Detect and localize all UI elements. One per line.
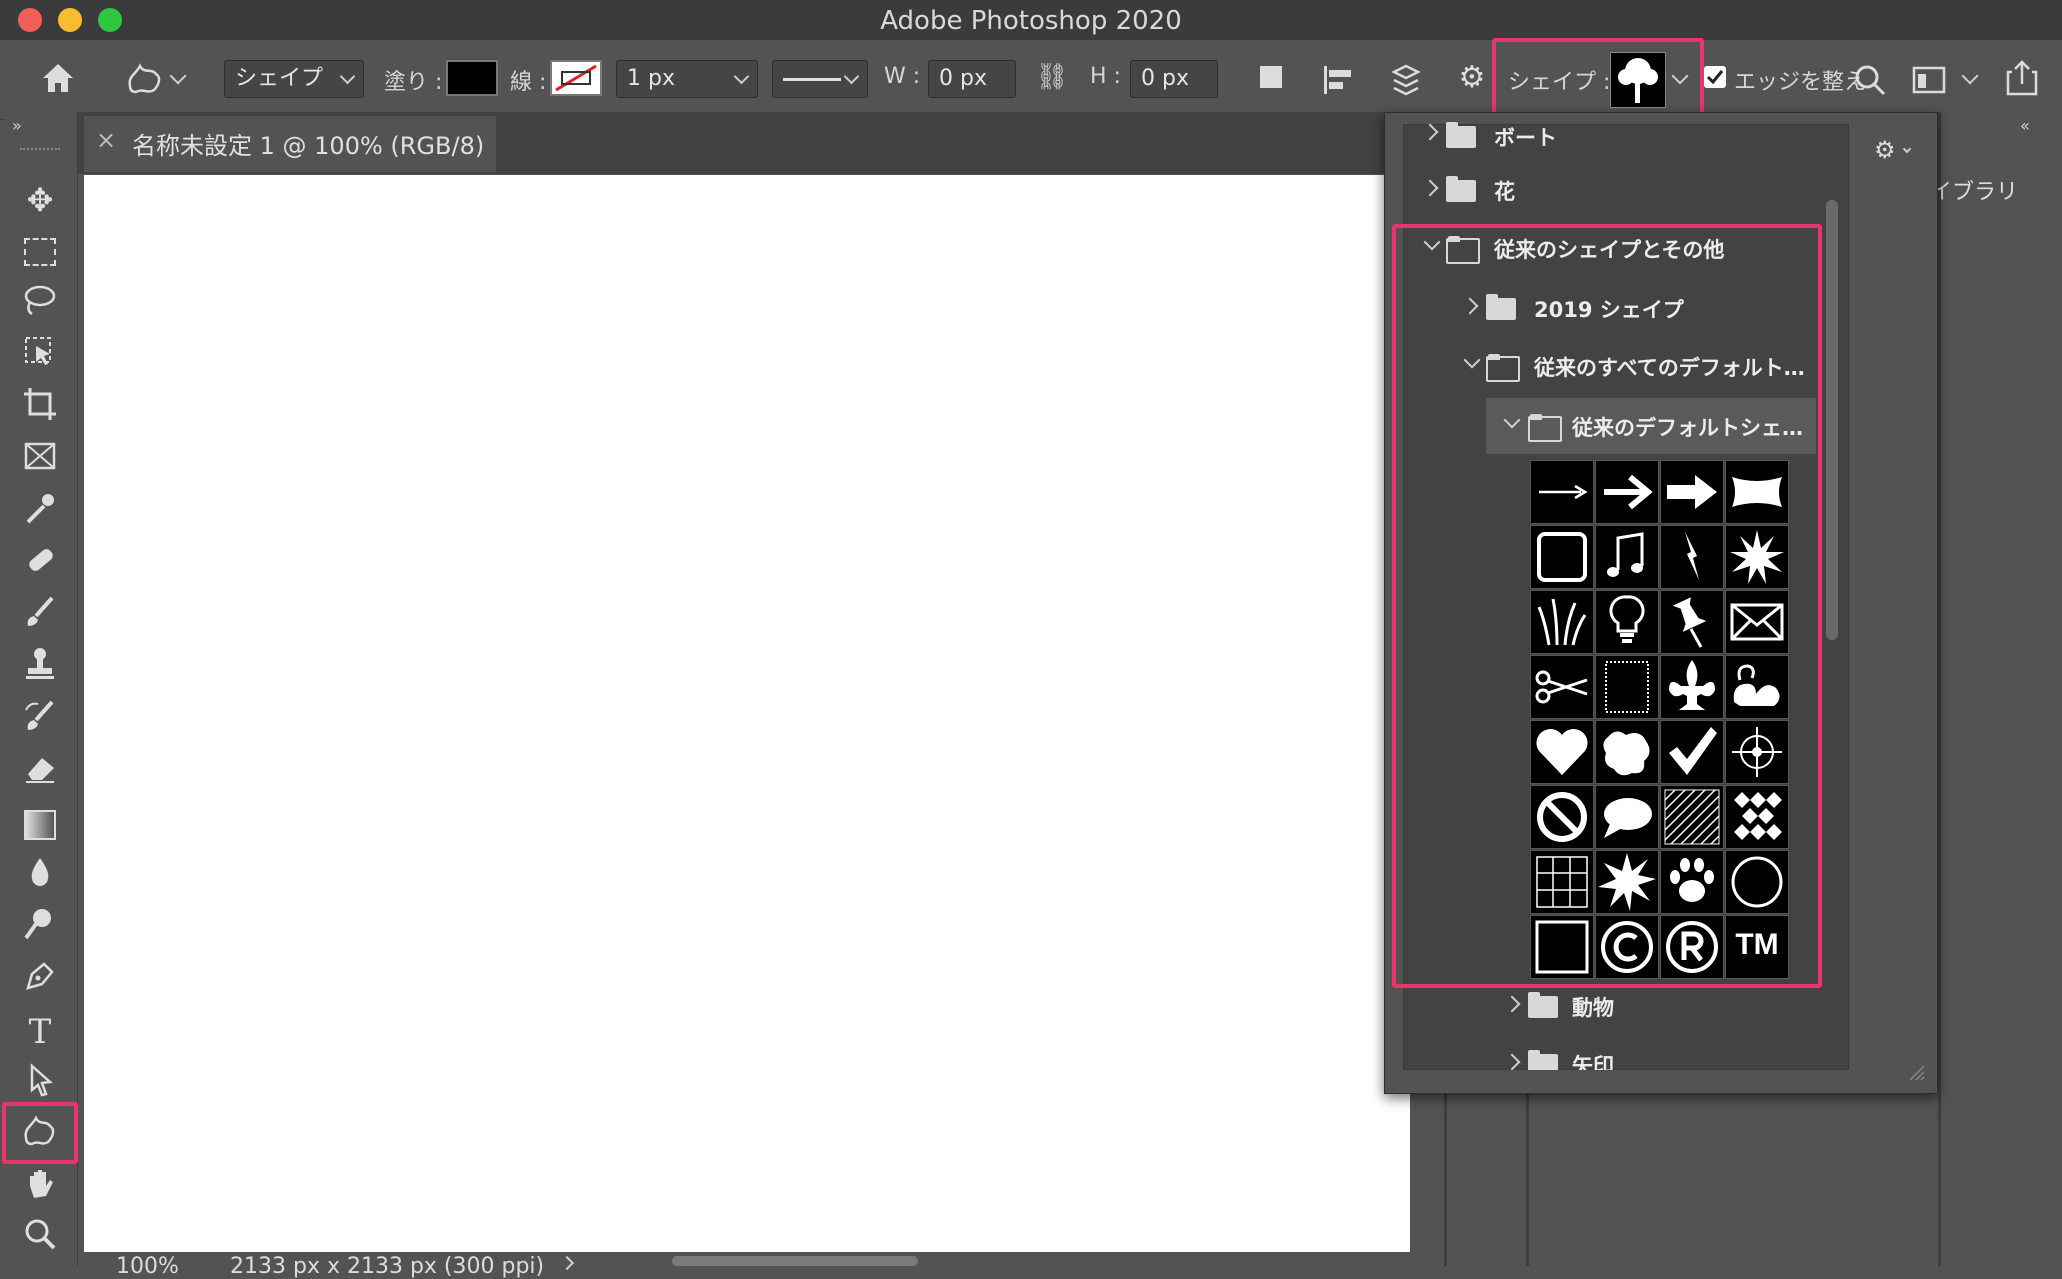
path-selection-tool-icon[interactable] [14,1060,66,1108]
pen-tool-icon[interactable] [14,956,66,1004]
height-label: H : [1090,64,1121,89]
clone-stamp-tool-icon[interactable] [14,644,66,692]
stroke-swatch[interactable] [550,60,602,96]
document-tab-title: 名称未設定 1 @ 100% (RGB/8) [132,132,485,160]
fill-swatch[interactable] [446,60,498,96]
lasso-tool-icon[interactable] [14,280,66,328]
home-icon[interactable] [38,58,78,98]
folder-label: 花 [1494,180,1515,204]
legacy-shapes-highlight [1392,224,1822,988]
healing-brush-tool-icon[interactable] [14,540,66,588]
height-input[interactable]: 0 px [1130,60,1218,98]
link-icon[interactable]: ⛓ [1034,62,1070,96]
tab-close-icon[interactable]: × [96,126,116,154]
fill-label: 塗り : [384,70,443,95]
collapse-panels-icon[interactable]: « [2020,116,2030,135]
eyedropper-tool-icon[interactable] [14,488,66,536]
workspace-icon[interactable] [1910,62,1950,98]
window-title: Adobe Photoshop 2020 [880,6,1182,36]
width-input[interactable]: 0 px [928,60,1016,98]
eraser-tool-icon[interactable] [14,748,66,796]
brush-tool-icon[interactable] [14,592,66,640]
gradient-tool-icon[interactable] [14,800,66,848]
share-icon[interactable] [2000,56,2044,100]
zoom-tool-icon[interactable] [14,1214,66,1262]
history-brush-tool-icon[interactable] [14,696,66,744]
toolbar-grip[interactable] [20,148,60,152]
mode-select[interactable]: シェイプ [224,60,364,98]
folder-label: 動物 [1572,996,1614,1020]
width-label: W : [884,64,921,89]
blur-tool-icon[interactable] [14,852,66,900]
document-canvas[interactable] [84,175,1410,1255]
gear-icon[interactable]: ⚙ [1452,60,1492,100]
custom-shape-tool-highlight [2,1102,78,1164]
crop-tool-icon[interactable] [14,384,66,432]
resize-grip-icon[interactable] [1906,1062,1926,1082]
align-edges-label: エッジを整え [1734,70,1867,95]
libraries-panel-label: イブラリ [1930,180,2019,205]
horizontal-scrollbar[interactable] [672,1256,918,1266]
custom-shape-tool-icon[interactable] [122,56,168,100]
document-size: 2133 px x 2133 px (300 ppi) [230,1254,545,1279]
object-selection-tool-icon[interactable] [14,332,66,380]
hand-tool-icon[interactable] [14,1164,66,1212]
mode-select-value: シェイプ [235,66,324,91]
stroke-line-preview [783,78,841,81]
path-arrangement-icon[interactable] [1384,58,1428,102]
folder-row-arrows[interactable]: 矢印 [1486,1036,1816,1070]
stroke-width-select[interactable]: 1 px [616,60,758,98]
path-alignment-icon[interactable] [1320,60,1358,100]
folder-row-boat[interactable]: ボート [1404,104,1824,150]
collapse-toolbar-icon[interactable]: » [12,116,22,135]
path-operations-icon[interactable] [1260,66,1282,88]
marquee-tool-icon[interactable] [14,228,66,276]
type-tool-icon[interactable]: T [14,1008,66,1056]
folder-row-flowers[interactable]: 花 [1404,162,1824,218]
stroke-type-select[interactable] [772,60,868,98]
panel-gear-icon[interactable]: ⚙ [1874,136,1896,164]
stroke-width-value: 1 px [627,66,675,91]
folder-label: ボート [1494,126,1557,150]
search-icon[interactable] [1850,60,1890,100]
dodge-tool-icon[interactable] [14,904,66,952]
frame-tool-icon[interactable] [14,436,66,484]
zoom-level[interactable]: 100% [116,1254,179,1279]
stroke-label: 線 : [510,70,547,95]
align-edges-checkbox[interactable] [1704,66,1726,88]
folder-label: 矢印 [1572,1054,1614,1070]
move-tool-icon[interactable]: ✥ [14,176,66,224]
panel-scrollbar[interactable] [1826,200,1838,640]
dock-divider [1938,112,1941,1266]
